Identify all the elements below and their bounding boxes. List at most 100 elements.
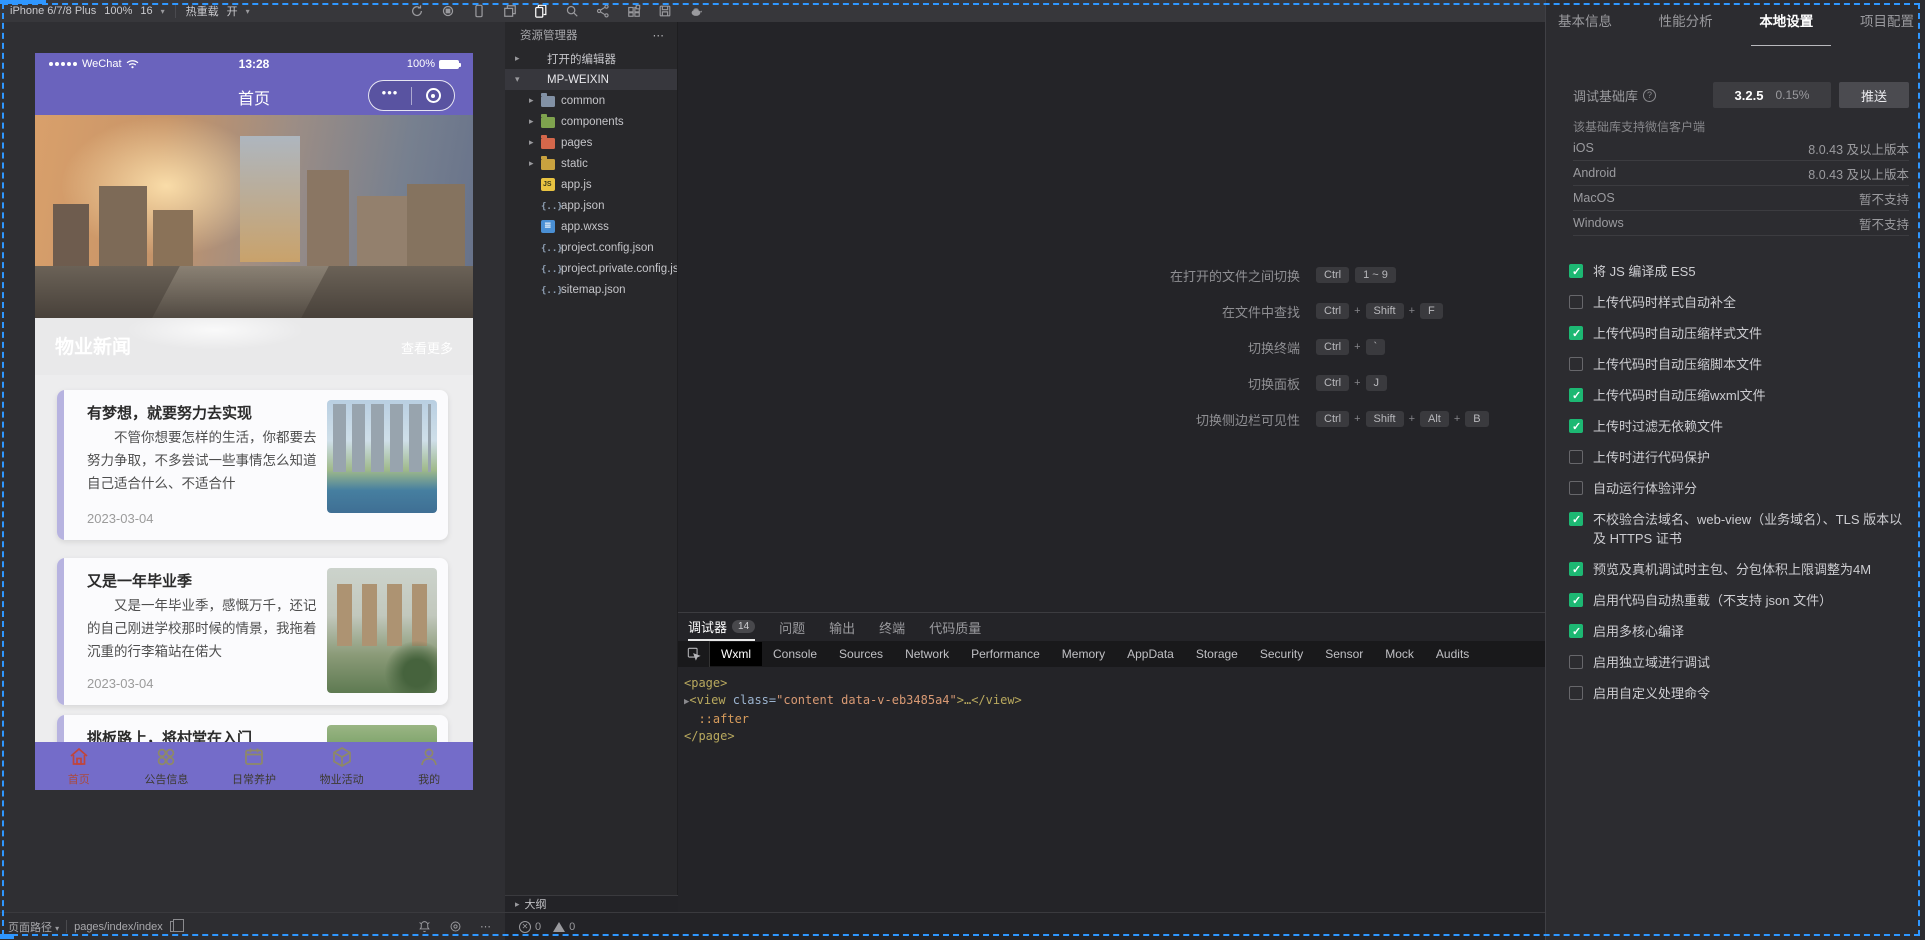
- device-preview-icon[interactable]: [472, 4, 487, 19]
- compile-mode-icon[interactable]: [534, 4, 549, 19]
- settings-tab[interactable]: 性能分析: [1659, 10, 1713, 38]
- settings-tab[interactable]: 本地设置: [1759, 10, 1813, 38]
- help-icon[interactable]: ?: [1643, 88, 1657, 102]
- checkbox-icon[interactable]: [1569, 263, 1583, 282]
- tab-profile[interactable]: 我的: [385, 742, 473, 790]
- status-bar-problems[interactable]: ✕ 0 0: [505, 912, 1545, 940]
- devtools-tab[interactable]: Mock: [1374, 642, 1425, 666]
- record-icon[interactable]: [441, 4, 456, 19]
- setting-option[interactable]: 上传时过滤无依赖文件: [1569, 417, 1913, 437]
- checkbox-icon[interactable]: [1569, 655, 1583, 669]
- capsule-menu[interactable]: •••: [368, 80, 455, 111]
- setting-option[interactable]: 启用自定义处理命令: [1569, 684, 1913, 703]
- more-menu-icon[interactable]: ⋯: [653, 28, 666, 42]
- devtools-tab[interactable]: Audits: [1425, 642, 1480, 666]
- setting-option[interactable]: 启用多核心编译: [1569, 622, 1913, 642]
- debugger-tab[interactable]: 代码质量: [929, 613, 981, 641]
- tree-item[interactable]: app.json: [505, 195, 677, 216]
- settings-tab[interactable]: 项目配置: [1860, 10, 1914, 38]
- setting-option[interactable]: 上传时进行代码保护: [1569, 448, 1913, 467]
- tree-item[interactable]: app.wxss: [505, 216, 677, 237]
- notification-bell-icon[interactable]: [418, 920, 431, 933]
- checkbox-icon[interactable]: [1569, 295, 1583, 309]
- checkbox-icon[interactable]: [1569, 481, 1583, 495]
- tab-home[interactable]: 首页: [35, 742, 123, 790]
- tree-item[interactable]: app.js: [505, 174, 677, 195]
- checkbox-icon[interactable]: [1569, 450, 1583, 464]
- setting-option[interactable]: 启用独立域进行调试: [1569, 653, 1913, 672]
- devtools-tab[interactable]: Storage: [1185, 642, 1249, 666]
- setting-option[interactable]: 将 JS 编译成 ES5: [1569, 262, 1913, 282]
- checkbox-icon[interactable]: [1569, 686, 1583, 700]
- search-icon[interactable]: [565, 4, 580, 19]
- hero-image[interactable]: [35, 115, 473, 318]
- wxml-tree[interactable]: <page> ▶<view class="content data-v-eb34…: [678, 667, 1545, 745]
- tree-item[interactable]: ▾ MP-WEIXIN: [505, 69, 677, 90]
- devtools-tab[interactable]: Wxml: [710, 642, 762, 666]
- push-button[interactable]: 推送: [1839, 82, 1909, 108]
- devtools-tab[interactable]: Console: [762, 642, 828, 666]
- news-card[interactable]: 又是一年毕业季 又是一年毕业季，感慨万千，还记的自己刚进学校那时候的情景，我拖着…: [57, 558, 448, 705]
- devtools-tab[interactable]: Sensor: [1314, 642, 1374, 666]
- tree-item[interactable]: project.config.json: [505, 237, 677, 258]
- remote-debug-icon[interactable]: [596, 4, 611, 19]
- exit-target-icon[interactable]: [412, 88, 454, 103]
- outline-section[interactable]: ▸ 大纲: [505, 895, 678, 912]
- phone-preview[interactable]: WeChat 13:28 100% 首页 ••• 物业新闻 查看更多 有梦想，就…: [35, 53, 473, 790]
- debugger-tab[interactable]: 调试器 14: [688, 613, 756, 641]
- devtools-tab[interactable]: Performance: [960, 642, 1051, 666]
- setting-option[interactable]: 不校验合法域名、web-view（业务域名）、TLS 版本以及 HTTPS 证书: [1569, 510, 1913, 548]
- copy-path-icon[interactable]: [169, 919, 184, 932]
- checkbox-icon[interactable]: [1569, 418, 1583, 437]
- checkbox-icon[interactable]: [1569, 511, 1583, 530]
- tree-item[interactable]: sitemap.json: [505, 279, 677, 300]
- settings-tab[interactable]: 基本信息: [1558, 10, 1612, 38]
- setting-option[interactable]: 上传代码时自动压缩样式文件: [1569, 324, 1913, 344]
- debugger-tab[interactable]: 终端: [879, 613, 905, 641]
- devtools-tab[interactable]: Memory: [1051, 642, 1116, 666]
- devtools-tab[interactable]: Sources: [828, 642, 894, 666]
- debugger-tab[interactable]: 问题: [779, 613, 805, 641]
- setting-option[interactable]: 上传代码时自动压缩脚本文件: [1569, 355, 1913, 374]
- devtools-tab[interactable]: Network: [894, 642, 960, 666]
- tree-item[interactable]: ▸ static: [505, 153, 677, 174]
- record-status-icon[interactable]: [449, 920, 462, 933]
- device-selector[interactable]: iPhone 6/7/8 Plus 100% 16 ▾: [0, 5, 175, 17]
- clear-cache-icon[interactable]: [689, 4, 704, 19]
- setting-option[interactable]: 预览及真机调试时主包、分包体积上限调整为4M: [1569, 560, 1913, 580]
- setting-option[interactable]: 启用代码自动热重载（不支持 json 文件）: [1569, 591, 1913, 611]
- hot-reload-toggle[interactable]: 热重载 开 ▾: [176, 3, 260, 19]
- refresh-icon[interactable]: [410, 4, 425, 19]
- setting-option[interactable]: 上传代码时自动压缩wxml文件: [1569, 386, 1913, 406]
- save-icon[interactable]: [658, 4, 673, 19]
- devtools-tab[interactable]: AppData: [1116, 642, 1185, 666]
- more-menu-icon[interactable]: •••: [369, 86, 411, 104]
- more-menu-icon[interactable]: ⋯: [480, 920, 491, 933]
- checkbox-icon[interactable]: [1569, 387, 1583, 406]
- multi-window-icon[interactable]: [503, 4, 518, 19]
- layout-grid-icon[interactable]: [627, 4, 642, 19]
- news-card[interactable]: 有梦想，就要努力去实现 不管你想要怎样的生活，你都要去努力争取，不多尝试一些事情…: [57, 390, 448, 540]
- checkbox-icon[interactable]: [1569, 561, 1583, 580]
- tree-item[interactable]: ▸ components: [505, 111, 677, 132]
- page-path-selector[interactable]: 页面路径 ▾: [8, 919, 59, 935]
- view-more-link[interactable]: 查看更多: [401, 338, 453, 357]
- checkbox-icon[interactable]: [1569, 325, 1583, 344]
- tree-item[interactable]: ▸ common: [505, 90, 677, 111]
- tree-item[interactable]: ▸ 打开的编辑器: [505, 48, 677, 69]
- tree-item[interactable]: project.private.config.js…: [505, 258, 677, 279]
- debugger-tab[interactable]: 输出: [829, 613, 855, 641]
- setting-option[interactable]: 上传代码时样式自动补全: [1569, 293, 1913, 312]
- checkbox-icon[interactable]: [1569, 592, 1583, 611]
- tree-item[interactable]: ▸ pages: [505, 132, 677, 153]
- tab-announcements[interactable]: 公告信息: [123, 742, 211, 790]
- tab-property-activities[interactable]: 物业活动: [298, 742, 386, 790]
- setting-option[interactable]: 自动运行体验评分: [1569, 479, 1913, 498]
- checkbox-icon[interactable]: [1569, 357, 1583, 371]
- checkbox-icon[interactable]: [1569, 623, 1583, 642]
- devtools-tab[interactable]: Security: [1249, 642, 1314, 666]
- library-version-select[interactable]: 3.2.5 0.15%: [1713, 82, 1831, 108]
- platform-row: Windows 暂不支持: [1573, 211, 1909, 236]
- inspect-element-icon[interactable]: [678, 641, 710, 667]
- tab-daily-maintenance[interactable]: 日常养护: [210, 742, 298, 790]
